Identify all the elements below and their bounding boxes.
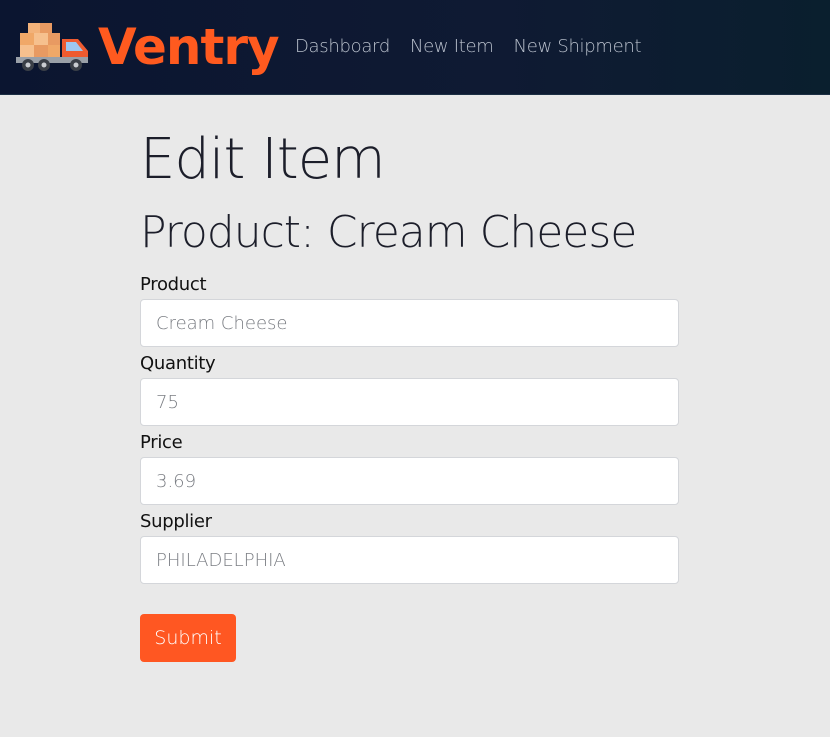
quantity-input[interactable]: [140, 378, 679, 426]
main-nav: Dashboard New Item New Shipment: [295, 36, 642, 57]
product-label: Product: [140, 274, 207, 295]
nav-link-new-item[interactable]: New Item: [410, 36, 494, 57]
edit-item-panel: Edit Item Product: Cream Cheese Product …: [140, 128, 680, 662]
product-input[interactable]: [140, 299, 679, 347]
delivery-truck-icon: [16, 23, 88, 71]
nav-link-dashboard[interactable]: Dashboard: [295, 36, 390, 57]
product-heading: Product: Cream Cheese: [140, 207, 637, 258]
quantity-label: Quantity: [140, 353, 216, 374]
edit-item-form: Product Quantity Price Supplier Submit: [140, 274, 680, 662]
page-title: Edit Item: [140, 127, 386, 192]
supplier-label: Supplier: [140, 511, 212, 532]
submit-button[interactable]: Submit: [140, 614, 236, 662]
price-input[interactable]: [140, 457, 679, 505]
brand-logo[interactable]: Ventry: [14, 16, 280, 78]
brand-name: Ventry: [98, 18, 280, 76]
nav-link-new-shipment[interactable]: New Shipment: [514, 36, 642, 57]
supplier-input[interactable]: [140, 536, 679, 584]
price-label: Price: [140, 432, 183, 453]
top-navbar: Ventry Dashboard New Item New Shipment: [0, 0, 830, 95]
